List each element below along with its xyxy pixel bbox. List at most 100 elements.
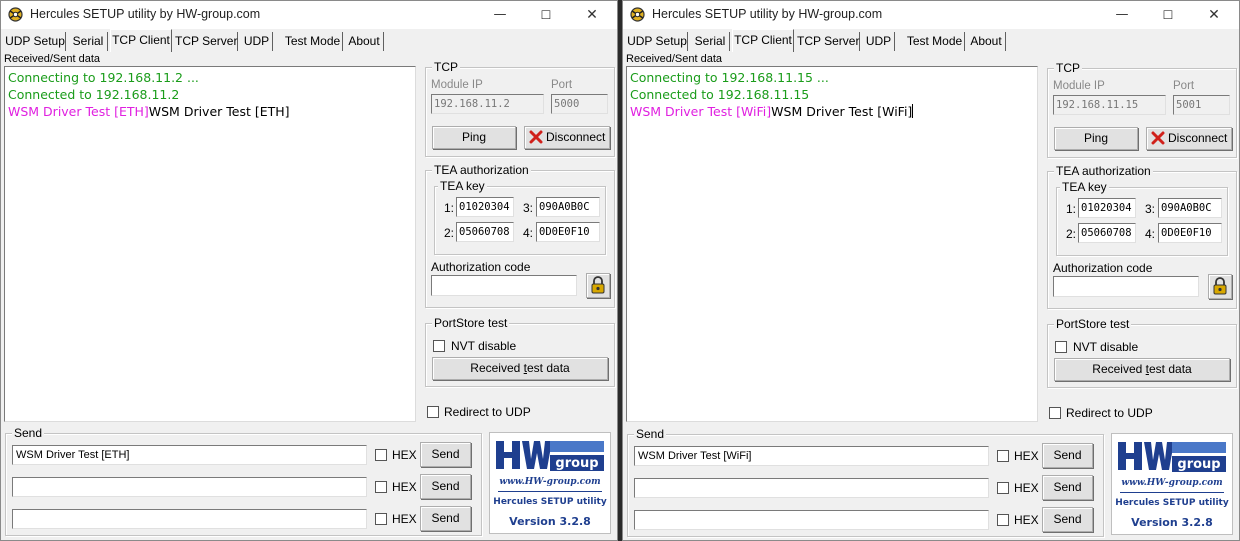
hex-label-2: HEX bbox=[1014, 481, 1039, 495]
received-test-data-button[interactable]: Received test data bbox=[1054, 358, 1230, 381]
nvt-disable-checkbox[interactable] bbox=[433, 340, 445, 352]
lock-button[interactable] bbox=[586, 273, 610, 298]
close-button[interactable]: ✕ bbox=[569, 1, 615, 29]
tab-bar: UDP Setup Serial TCP Client TCP Server U… bbox=[1, 29, 617, 53]
port-field[interactable]: 5001 bbox=[1173, 95, 1230, 115]
lock-icon bbox=[591, 276, 605, 294]
hex-checkbox-2[interactable] bbox=[997, 482, 1009, 494]
log-line-connected: Connected to 192.168.11.2 bbox=[8, 87, 180, 102]
redirect-to-udp-checkbox[interactable] bbox=[1049, 407, 1061, 419]
title-bar[interactable]: Hercules SETUP utility by HW-group.com —… bbox=[623, 1, 1239, 29]
send-button-3[interactable]: Send bbox=[420, 506, 471, 531]
tab-tcp-server[interactable]: TCP Server bbox=[175, 32, 238, 51]
log-received-text: WSM Driver Test [WiFi] bbox=[771, 104, 913, 119]
tab-udp-setup[interactable]: UDP Setup bbox=[5, 32, 66, 51]
group-wordmark: group bbox=[555, 456, 598, 471]
send-input-2[interactable] bbox=[12, 477, 367, 497]
send-group-label: Send bbox=[634, 427, 667, 441]
ping-button[interactable]: Ping bbox=[432, 126, 516, 149]
tab-tcp-client[interactable]: TCP Client bbox=[732, 29, 794, 52]
window-title: Hercules SETUP utility by HW-group.com bbox=[652, 7, 883, 21]
tea-key-4-field[interactable]: 0D0E0F10 bbox=[536, 222, 600, 242]
received-sent-area[interactable]: Connecting to 192.168.11.2 ... Connected… bbox=[4, 66, 416, 422]
send-button-1[interactable]: Send bbox=[420, 442, 471, 467]
tab-serial[interactable]: Serial bbox=[691, 32, 730, 51]
tab-tcp-client[interactable]: TCP Client bbox=[110, 29, 172, 52]
tab-about[interactable]: About bbox=[967, 32, 1006, 51]
send-input-1[interactable]: WSM Driver Test [ETH] bbox=[12, 445, 367, 465]
received-sent-area[interactable]: Connecting to 192.168.11.15 ... Connecte… bbox=[626, 66, 1038, 422]
send-label-1: Send bbox=[1053, 448, 1082, 462]
logo-version: Version 3.2.8 bbox=[1131, 516, 1213, 529]
tab-about[interactable]: About bbox=[345, 32, 384, 51]
received-test-post: est data bbox=[527, 361, 570, 375]
authorization-code-field[interactable] bbox=[431, 275, 577, 296]
tab-udp[interactable]: UDP bbox=[241, 32, 273, 51]
send-input-2[interactable] bbox=[634, 478, 989, 498]
log-line-connecting: Connecting to 192.168.11.15 ... bbox=[630, 70, 829, 85]
hex-checkbox-2[interactable] bbox=[375, 481, 387, 493]
tab-test-mode[interactable]: Test Mode bbox=[905, 32, 965, 51]
module-ip-label: Module IP bbox=[431, 79, 483, 91]
hw-group-logo[interactable]: group www.HW-group.com Hercules SETUP ut… bbox=[489, 432, 611, 534]
nvt-disable-checkbox[interactable] bbox=[1055, 341, 1067, 353]
tab-test-mode[interactable]: Test Mode bbox=[283, 32, 343, 51]
send-input-1[interactable]: WSM Driver Test [WiFi] bbox=[634, 446, 989, 466]
tea-key-1-field[interactable]: 01020304 bbox=[456, 197, 514, 217]
log-sent-text: WSM Driver Test [ETH] bbox=[8, 104, 149, 119]
module-ip-field[interactable]: 192.168.11.15 bbox=[1053, 95, 1166, 115]
log-line-data: WSM Driver Test [ETH]WSM Driver Test [ET… bbox=[8, 103, 412, 120]
send-input-3[interactable] bbox=[12, 509, 367, 529]
lock-icon bbox=[1213, 277, 1227, 295]
svg-text:group: group bbox=[1177, 457, 1220, 472]
hex-checkbox-3[interactable] bbox=[997, 514, 1009, 526]
send-input-3[interactable] bbox=[634, 510, 989, 530]
maximize-button[interactable]: ☐ bbox=[1145, 1, 1191, 29]
tea-key-3-field[interactable]: 090A0B0C bbox=[536, 197, 600, 217]
send-button-2[interactable]: Send bbox=[1042, 475, 1093, 500]
send-button-2[interactable]: Send bbox=[420, 474, 471, 499]
close-button[interactable]: ✕ bbox=[1191, 1, 1237, 29]
hex-checkbox-1[interactable] bbox=[375, 449, 387, 461]
tab-udp-setup[interactable]: UDP Setup bbox=[627, 32, 688, 51]
disconnect-button[interactable]: Disconnect bbox=[524, 126, 610, 149]
tab-tcp-server[interactable]: TCP Server bbox=[797, 32, 860, 51]
svg-text:group: group bbox=[555, 456, 598, 471]
hex-checkbox-3[interactable] bbox=[375, 513, 387, 525]
logo-product-name: Hercules SETUP utility bbox=[1115, 498, 1229, 508]
maximize-button[interactable]: ☐ bbox=[523, 1, 569, 29]
redirect-to-udp-checkbox[interactable] bbox=[427, 406, 439, 418]
send-button-1[interactable]: Send bbox=[1042, 443, 1093, 468]
tea-authorization-group: TEA authorization TEA key 1: 01020304 3:… bbox=[425, 163, 615, 308]
minimize-button[interactable]: — bbox=[477, 1, 523, 29]
authorization-code-field[interactable] bbox=[1053, 276, 1199, 297]
send-group: Send WSM Driver Test [ETH] HEX Send HEX … bbox=[5, 426, 482, 536]
tab-udp[interactable]: UDP bbox=[863, 32, 895, 51]
send-button-3[interactable]: Send bbox=[1042, 507, 1093, 532]
hex-checkbox-1[interactable] bbox=[997, 450, 1009, 462]
hw-group-logo[interactable]: group www.HW-group.com Hercules SETUP ut… bbox=[1111, 433, 1233, 535]
log-line-data: WSM Driver Test [WiFi]WSM Driver Test [W… bbox=[630, 103, 1034, 120]
tea-key-2-label: 2: bbox=[444, 226, 455, 240]
disconnect-button[interactable]: Disconnect bbox=[1146, 127, 1232, 150]
tea-key-2-field[interactable]: 05060708 bbox=[1078, 223, 1136, 243]
received-test-data-button[interactable]: Received test data bbox=[432, 357, 608, 380]
tea-key-1-field[interactable]: 01020304 bbox=[1078, 198, 1136, 218]
module-ip-field[interactable]: 192.168.11.2 bbox=[431, 94, 544, 114]
logo-version: Version 3.2.8 bbox=[509, 515, 591, 528]
app-icon bbox=[8, 7, 23, 22]
ping-button[interactable]: Ping bbox=[1054, 127, 1138, 150]
tea-key-3-field[interactable]: 090A0B0C bbox=[1158, 198, 1222, 218]
logo-url: www.HW-group.com bbox=[1121, 478, 1223, 488]
tea-key-label: TEA key bbox=[438, 179, 487, 193]
minimize-button[interactable]: — bbox=[1099, 1, 1145, 29]
lock-button[interactable] bbox=[1208, 274, 1232, 299]
tab-serial[interactable]: Serial bbox=[69, 32, 108, 51]
received-sent-label: Received/Sent data bbox=[626, 53, 723, 65]
port-field[interactable]: 5000 bbox=[551, 94, 608, 114]
title-bar[interactable]: Hercules SETUP utility by HW-group.com —… bbox=[1, 1, 617, 29]
portstore-test-label: PortStore test bbox=[432, 316, 510, 330]
tea-key-2-field[interactable]: 05060708 bbox=[456, 222, 514, 242]
hercules-window-eth: Hercules SETUP utility by HW-group.com —… bbox=[0, 0, 618, 541]
tea-key-4-field[interactable]: 0D0E0F10 bbox=[1158, 223, 1222, 243]
